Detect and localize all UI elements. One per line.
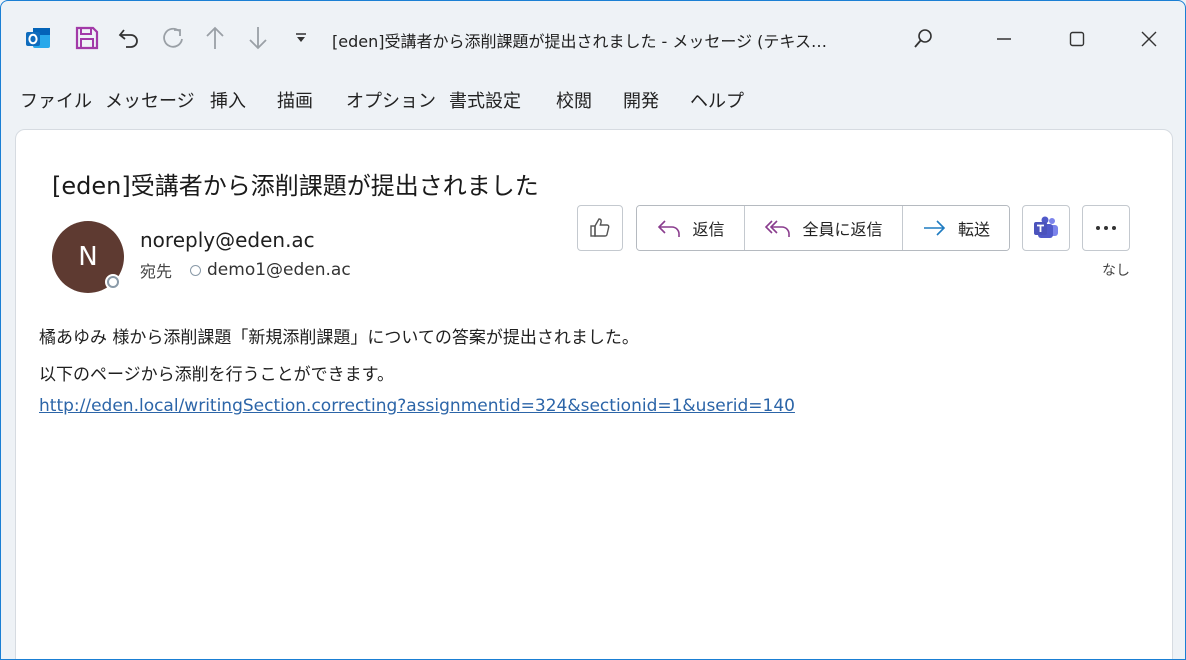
reply-icon	[658, 220, 681, 237]
recipient-presence-icon	[190, 264, 202, 276]
maximize-icon[interactable]	[1055, 23, 1099, 55]
title-bar: [eden]受講者から添削課題が提出されました - メッセージ (テキス…	[1, 1, 1185, 73]
response-button-group: 返信 全員に返信 転送	[636, 205, 1010, 251]
reply-all-button[interactable]: 全員に返信	[744, 206, 902, 250]
body-line-1: 橘あゆみ 様から添削課題「新規添削課題」についての答案が提出されました。	[39, 328, 639, 348]
up-arrow-icon[interactable]	[203, 23, 227, 53]
down-arrow-icon[interactable]	[246, 23, 270, 53]
ribbon-menu: ファイル メッセージ 挿入 描画 オプション 書式設定 校閲 開発 ヘルプ	[1, 81, 1185, 117]
body-link-line: http://eden.local/writingSection.correct…	[39, 396, 795, 416]
search-icon[interactable]	[901, 23, 945, 55]
forward-icon	[923, 220, 946, 236]
menu-draw[interactable]: 描画	[277, 87, 313, 113]
message-pane: [eden]受講者から添削課題が提出されました N noreply@eden.a…	[15, 129, 1173, 659]
recipient-address[interactable]: demo1@eden.ac	[207, 260, 351, 280]
menu-message[interactable]: メッセージ	[105, 87, 195, 113]
like-button[interactable]	[577, 205, 623, 251]
thumbs-up-icon	[590, 218, 610, 237]
correction-page-link[interactable]: http://eden.local/writingSection.correct…	[39, 396, 795, 416]
reply-all-label: 全員に返信	[802, 220, 883, 239]
message-subject: [eden]受講者から添削課題が提出されました	[52, 172, 539, 200]
minimize-icon[interactable]	[982, 23, 1026, 55]
reply-all-icon	[765, 220, 791, 237]
outlook-icon	[23, 23, 53, 53]
menu-developer[interactable]: 開発	[623, 87, 659, 113]
forward-button[interactable]: 転送	[902, 206, 1009, 250]
body-line-2: 以下のページから添削を行うことができます。	[39, 365, 394, 385]
window-title: [eden]受講者から添削課題が提出されました - メッセージ (テキス…	[332, 32, 827, 51]
teams-icon	[1034, 216, 1058, 238]
reply-label: 返信	[692, 220, 725, 239]
avatar-initial: N	[78, 242, 98, 272]
menu-options[interactable]: オプション	[346, 87, 436, 113]
close-icon[interactable]	[1127, 23, 1171, 55]
menu-insert[interactable]: 挿入	[210, 87, 246, 113]
customize-dropdown-icon[interactable]	[293, 23, 309, 53]
to-label: 宛先	[140, 262, 173, 281]
menu-format-text[interactable]: 書式設定	[449, 87, 521, 113]
more-actions-button[interactable]	[1082, 205, 1130, 251]
menu-help[interactable]: ヘルプ	[690, 87, 744, 113]
teams-share-button[interactable]	[1022, 205, 1070, 251]
recipient-row: 宛先 demo1@eden.ac	[140, 258, 351, 282]
undo-icon[interactable]	[115, 23, 143, 53]
sender-address[interactable]: noreply@eden.ac	[140, 228, 315, 252]
redo-icon[interactable]	[159, 23, 187, 53]
sensitivity-label: なし	[1102, 263, 1130, 279]
forward-label: 転送	[957, 220, 990, 239]
message-window: [eden]受講者から添削課題が提出されました - メッセージ (テキス… ファ…	[0, 0, 1186, 660]
more-icon	[1096, 226, 1116, 230]
menu-review[interactable]: 校閲	[556, 87, 592, 113]
menu-file[interactable]: ファイル	[20, 87, 92, 113]
presence-status-icon	[105, 274, 121, 290]
save-icon[interactable]	[73, 23, 101, 53]
reply-button[interactable]: 返信	[637, 206, 744, 250]
